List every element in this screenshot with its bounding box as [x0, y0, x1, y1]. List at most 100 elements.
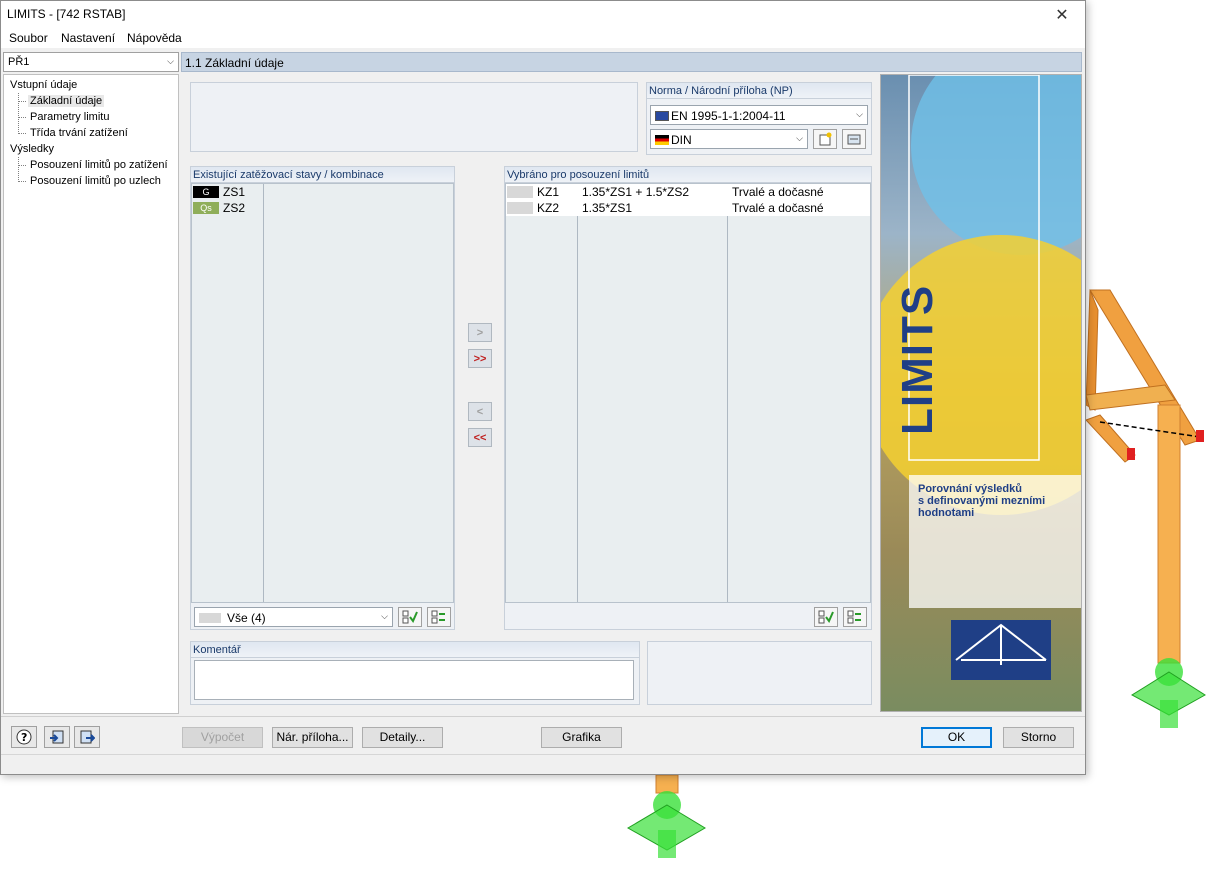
case-name: ZS1 [223, 185, 246, 199]
remove-selected-button[interactable]: < [468, 402, 492, 421]
annex-select-value: DIN [671, 133, 692, 147]
new-annex-button[interactable] [813, 129, 837, 149]
limits-logo-panel: LIMITS Porovnání výsledků s definovanými… [880, 74, 1082, 712]
invert-selection-button[interactable] [427, 607, 451, 627]
column-separator [577, 184, 578, 602]
invert-selection-button[interactable] [843, 607, 867, 627]
description-box [190, 82, 638, 152]
table-row[interactable]: KZ1 1.35*ZS1 + 1.5*ZS2 Trvalé a dočasné [506, 184, 870, 200]
combination-formula: 1.35*ZS1 [582, 201, 633, 215]
load-type-badge: G [193, 186, 219, 198]
tree-connector [18, 117, 26, 118]
table-row[interactable]: KZ2 1.35*ZS1 Trvalé a dočasné [506, 200, 870, 216]
tree-item-load-duration-class[interactable]: Třída trvání zatížení [30, 127, 128, 139]
help-button[interactable]: ? [11, 726, 37, 748]
main-area: Norma / Národní příloha (NP) EN 1995-1-1… [181, 74, 878, 714]
case-select[interactable]: PŘ1 ⌵ [3, 52, 179, 72]
chevron-down-icon: ⌵ [167, 56, 174, 66]
calculate-button[interactable]: Výpočet [182, 727, 263, 748]
selected-cases-panel: Vybráno pro posouzení limitů KZ1 1.35*ZS… [504, 166, 872, 630]
existing-cases-title: Existující zatěžovací stavy / kombinace [191, 167, 454, 183]
menu-bar: Soubor Nastavení Nápověda [1, 28, 1085, 48]
standard-select-value: EN 1995-1-1:2004-11 [671, 109, 786, 123]
combination-name: KZ1 [537, 185, 560, 199]
ok-button[interactable]: OK [921, 727, 992, 748]
double-arrow-right-icon: >> [473, 352, 487, 365]
select-all-button[interactable] [814, 607, 838, 627]
case-select-value: PŘ1 [8, 56, 30, 68]
tree-connector [18, 165, 26, 166]
invert-selection-icon [847, 610, 861, 624]
svg-text:?: ? [21, 731, 27, 744]
export-icon [80, 730, 95, 744]
chevron-down-icon: ⌵ [856, 109, 863, 119]
standard-select[interactable]: EN 1995-1-1:2004-11 ⌵ [650, 105, 868, 125]
filter-select-value: Vše (4) [227, 611, 266, 625]
filter-color-swatch [199, 613, 221, 623]
column-separator [263, 184, 264, 602]
import-button[interactable] [44, 726, 70, 748]
tree-item-basic-data[interactable]: Základní údaje [28, 95, 105, 107]
check-all-icon [402, 610, 418, 624]
combination-name: KZ2 [537, 201, 560, 215]
product-name: LIMITS [893, 284, 942, 435]
duration-class: Trvalé a dočasné [732, 185, 824, 199]
norm-panel: Norma / Národní příloha (NP) EN 1995-1-1… [646, 82, 872, 155]
add-selected-button[interactable]: > [468, 323, 492, 342]
info-box [647, 641, 872, 705]
tree-connector [18, 133, 26, 134]
tree-item-limits-by-node[interactable]: Posouzení limitů po uzlech [30, 175, 161, 187]
norm-panel-title: Norma / Národní příloha (NP) [647, 83, 871, 99]
tree-results[interactable]: Výsledky [10, 143, 54, 155]
close-icon: ✕ [1055, 6, 1069, 24]
button-bar: ? Výpočet Nár. příloha... Detaily... Gra… [1, 716, 1085, 754]
desktop: LIMITS - [742 RSTAB] ✕ Soubor Nastavení … [0, 0, 1220, 871]
selected-cases-list: KZ1 1.35*ZS1 + 1.5*ZS2 Trvalé a dočasné … [505, 183, 871, 603]
existing-cases-panel: Existující zatěžovací stavy / kombinace … [190, 166, 455, 630]
list-item[interactable]: G ZS1 [192, 184, 453, 200]
window-title: LIMITS - [742 RSTAB] [7, 7, 126, 21]
menu-help[interactable]: Nápověda [127, 31, 182, 45]
edit-annex-button[interactable] [842, 129, 866, 149]
edit-icon [847, 134, 861, 145]
column-separator [727, 184, 728, 602]
select-all-button[interactable] [398, 607, 422, 627]
menu-settings[interactable]: Nastavení [61, 31, 115, 45]
double-arrow-left-icon: << [473, 431, 487, 444]
cancel-button[interactable]: Storno [1003, 727, 1074, 748]
menu-file[interactable]: Soubor [9, 31, 48, 45]
status-bar [1, 754, 1085, 774]
duration-class: Trvalé a dočasné [732, 201, 824, 215]
title-bar: LIMITS - [742 RSTAB] ✕ [1, 1, 1085, 28]
tree-input-data[interactable]: Vstupní údaje [10, 79, 77, 91]
import-icon [50, 730, 64, 744]
arrow-left-icon: < [476, 405, 484, 418]
close-button[interactable]: ✕ [1039, 1, 1085, 28]
check-all-icon [818, 610, 834, 624]
eu-flag-icon [655, 111, 669, 121]
comment-field[interactable] [194, 660, 634, 700]
de-flag-icon [655, 135, 669, 145]
color-swatch [507, 186, 533, 198]
tagline-line: Porovnání výsledků [918, 483, 1022, 495]
arrow-right-icon: > [476, 326, 484, 339]
details-button[interactable]: Detaily... [362, 727, 443, 748]
comment-panel: Komentář [190, 641, 640, 705]
list-item[interactable]: Qs ZS2 [192, 200, 453, 216]
tree-item-limits-by-load[interactable]: Posouzení limitů po zatížení [30, 159, 168, 171]
selected-cases-title: Vybráno pro posouzení limitů [505, 167, 871, 183]
export-button[interactable] [74, 726, 100, 748]
filter-select[interactable]: Vše (4) ⌵ [194, 607, 393, 627]
case-name: ZS2 [223, 201, 246, 215]
tree-connector [18, 181, 26, 182]
add-all-button[interactable]: >> [468, 349, 492, 368]
combination-formula: 1.35*ZS1 + 1.5*ZS2 [582, 185, 690, 199]
tagline-line: hodnotami [918, 507, 975, 519]
remove-all-button[interactable]: << [468, 428, 492, 447]
tree-item-limit-parameters[interactable]: Parametry limitu [30, 111, 109, 123]
annex-select[interactable]: DIN ⌵ [650, 129, 808, 149]
national-annex-button[interactable]: Nár. příloha... [272, 727, 353, 748]
limits-dialog: LIMITS - [742 RSTAB] ✕ Soubor Nastavení … [0, 0, 1086, 775]
graphics-button[interactable]: Grafika [541, 727, 622, 748]
chevron-down-icon: ⌵ [796, 133, 803, 143]
